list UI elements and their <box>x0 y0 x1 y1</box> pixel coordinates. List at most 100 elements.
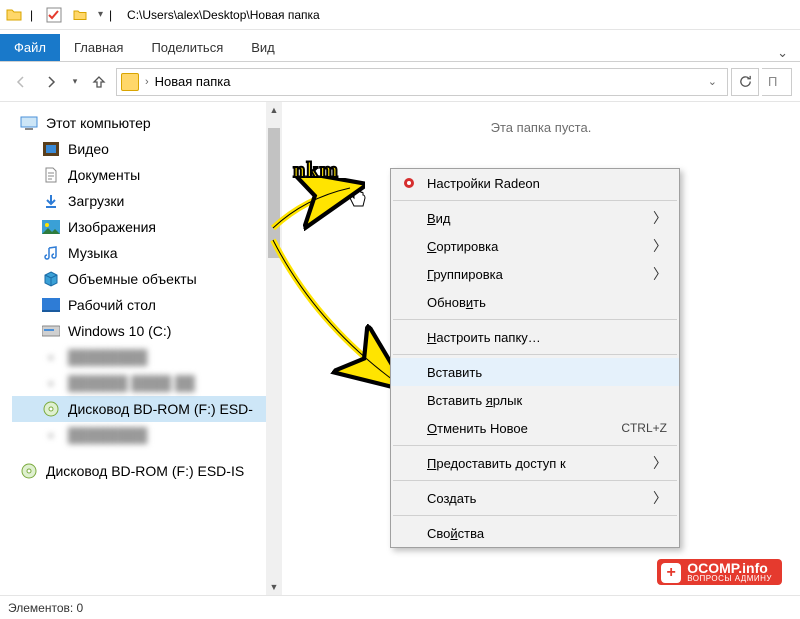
radeon-icon <box>399 173 419 193</box>
tree-item-downloads[interactable]: Загрузки <box>12 188 282 214</box>
this-pc-icon <box>20 114 38 132</box>
ctx-group[interactable]: Группировка 〉 <box>391 260 679 288</box>
ctx-label: руппировка <box>433 267 503 282</box>
breadcrumb-chevron-icon[interactable]: › <box>145 76 149 88</box>
tab-view[interactable]: Вид <box>237 34 289 61</box>
ribbon-tabs: Файл Главная Поделиться Вид ⌄ <box>0 30 800 62</box>
tree-label: Дисковод BD-ROM (F:) ESD-IS <box>46 463 244 479</box>
tree-item-documents[interactable]: Документы <box>12 162 282 188</box>
chevron-right-icon: 〉 <box>653 236 667 256</box>
titlebar: | ▾ | C:\Users\alex\Desktop\Новая папка <box>0 0 800 30</box>
tree-label: ████████ <box>68 349 147 365</box>
drive-icon: ▪ <box>42 426 60 444</box>
navigation-bar: ▾ › Новая папка ⌄ П <box>0 62 800 102</box>
folder-icon <box>4 5 24 25</box>
ctx-customize-folder[interactable]: Настроить папку… <box>391 323 679 351</box>
nav-forward-button[interactable] <box>38 69 64 95</box>
drive-icon <box>42 322 60 340</box>
address-dropdown-icon[interactable]: ⌄ <box>702 75 723 88</box>
tree-root-bd-rom[interactable]: Дисковод BD-ROM (F:) ESD-IS <box>12 458 282 484</box>
ctx-separator <box>393 319 677 320</box>
qat-separator: | <box>30 8 38 22</box>
tree-label: ██████ ████ ██ <box>68 375 195 391</box>
ctx-label: Вставить <box>427 365 482 380</box>
qat-checkbox-icon[interactable] <box>44 5 64 25</box>
context-menu: Настройки Radeon Вид 〉 Сортировка 〉 Груп… <box>390 168 680 548</box>
tree-label: ████████ <box>68 427 147 443</box>
music-icon <box>42 244 60 262</box>
refresh-button[interactable] <box>731 68 759 96</box>
ctx-label: ортировка <box>436 239 498 254</box>
status-bar: Элементов: 0 <box>0 595 800 619</box>
nav-back-button[interactable] <box>8 69 34 95</box>
scroll-up-icon[interactable]: ▲ <box>266 102 282 118</box>
chevron-right-icon: 〉 <box>653 208 667 228</box>
tree-item-drive-c[interactable]: Windows 10 (C:) <box>12 318 282 344</box>
chevron-right-icon: 〉 <box>653 264 667 284</box>
ctx-paste-shortcut[interactable]: Вставить ярлык <box>391 386 679 414</box>
tab-file[interactable]: Файл <box>0 34 60 61</box>
tree-item-3d-objects[interactable]: Объемные объекты <box>12 266 282 292</box>
tree-label: Рабочий стол <box>68 297 156 313</box>
tree-item-blurred[interactable]: ▪ ██████ ████ ██ <box>12 370 282 396</box>
chevron-right-icon: 〉 <box>653 488 667 508</box>
ctx-refresh[interactable]: Обновить <box>391 288 679 316</box>
ctx-properties[interactable]: Свойства <box>391 519 679 547</box>
tree-label: Загрузки <box>68 193 124 209</box>
ctx-view[interactable]: Вид 〉 <box>391 204 679 232</box>
3d-objects-icon <box>42 270 60 288</box>
ctx-label: астроить папку… <box>436 330 540 345</box>
sidebar-scrollbar[interactable]: ▲ ▼ <box>266 102 282 595</box>
tree-label: Музыка <box>68 245 118 261</box>
tree-item-music[interactable]: Музыка <box>12 240 282 266</box>
ribbon-expand-icon[interactable]: ⌄ <box>777 45 788 61</box>
tree-label: Этот компьютер <box>46 115 151 131</box>
search-input[interactable]: П <box>762 68 792 96</box>
documents-icon <box>42 166 60 184</box>
nav-up-button[interactable] <box>86 69 112 95</box>
quick-access-toolbar: | ▾ | <box>4 5 117 25</box>
chevron-right-icon: 〉 <box>653 453 667 473</box>
tree-root-this-pc[interactable]: Этот компьютер <box>12 110 282 136</box>
annotation-pkm-label: nkm <box>293 157 339 183</box>
window-title: C:\Users\alex\Desktop\Новая папка <box>127 8 320 22</box>
watermark-subtext: ВОПРОСЫ АДМИНУ <box>687 575 772 583</box>
ctx-label: редоставить доступ к <box>436 456 565 471</box>
tree-label: Объемные объекты <box>68 271 197 287</box>
ctx-new[interactable]: Создать 〉 <box>391 484 679 512</box>
ctx-radeon-settings[interactable]: Настройки Radeon <box>391 169 679 197</box>
ctx-separator <box>393 480 677 481</box>
breadcrumb-current[interactable]: Новая папка <box>155 74 231 89</box>
tree-item-pictures[interactable]: Изображения <box>12 214 282 240</box>
pictures-icon <box>42 218 60 236</box>
ctx-sort[interactable]: Сортировка 〉 <box>391 232 679 260</box>
address-bar[interactable]: › Новая папка ⌄ <box>116 68 728 96</box>
tree-label: Видео <box>68 141 109 157</box>
tree-label: Изображения <box>68 219 156 235</box>
ctx-separator <box>393 515 677 516</box>
plus-icon: + <box>661 563 681 583</box>
ctx-give-access[interactable]: Предоставить доступ к 〉 <box>391 449 679 477</box>
tree-item-videos[interactable]: Видео <box>12 136 282 162</box>
tree-item-blurred[interactable]: ▪ ████████ <box>12 344 282 370</box>
ctx-label: тменить Новое <box>437 421 528 436</box>
scrollbar-thumb[interactable] <box>268 128 280 258</box>
ctx-paste[interactable]: Вставить <box>391 358 679 386</box>
ctx-separator <box>393 445 677 446</box>
tab-home[interactable]: Главная <box>60 34 137 61</box>
desktop-icon <box>42 296 60 314</box>
tree-item-desktop[interactable]: Рабочий стол <box>12 292 282 318</box>
tab-share[interactable]: Поделиться <box>137 34 237 61</box>
tree-item-bd-rom-f[interactable]: Дисковод BD-ROM (F:) ESD- <box>12 396 282 422</box>
tree-label: Документы <box>68 167 140 183</box>
ctx-undo[interactable]: Отменить Новое CTRL+Z <box>391 414 679 442</box>
qat-dropdown-icon[interactable]: ▾ <box>98 9 103 20</box>
nav-recent-dropdown[interactable]: ▾ <box>68 69 82 95</box>
ctx-separator <box>393 200 677 201</box>
scroll-down-icon[interactable]: ▼ <box>266 579 282 595</box>
ctx-label: Настройки Radeon <box>427 176 540 191</box>
drive-icon: ▪ <box>42 348 60 366</box>
watermark-badge: + OCOMP.info ВОПРОСЫ АДМИНУ <box>657 559 782 585</box>
empty-folder-message: Эта папка пуста. <box>282 120 800 135</box>
tree-item-blurred[interactable]: ▪ ████████ <box>12 422 282 448</box>
